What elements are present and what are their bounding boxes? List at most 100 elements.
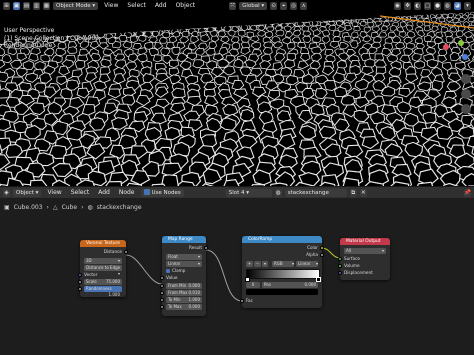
voronoi-scale-socket[interactable] (78, 280, 82, 284)
slot-dropdown[interactable]: Slot 4 ▾ (225, 188, 272, 197)
editor-type-icon[interactable]: ⊞ (3, 1, 10, 10)
colorramp-stop-color-swatch[interactable] (246, 289, 318, 295)
colorramp-fac-socket[interactable] (240, 299, 244, 303)
voronoi-randomness-field[interactable]: Randomness 1.000 (84, 286, 122, 297)
gizmo-icon[interactable]: ✥ (404, 1, 411, 10)
colorramp-pos-field[interactable]: Pos 0.000 (262, 282, 318, 288)
map-range-data-type-dropdown[interactable]: Float ▾ (166, 254, 202, 260)
colorramp-node-header[interactable]: ColorRamp (242, 236, 322, 243)
material-output-node[interactable]: Material Output All ▾ Surface Volume Disp… (338, 238, 390, 280)
voronoi-scale-field[interactable]: Scale 75.000 (84, 279, 122, 285)
falloff-icon[interactable]: ∧ (300, 1, 308, 10)
colorramp-pos-label: Pos (264, 282, 271, 287)
camera-view-icon[interactable] (461, 104, 471, 114)
transform-orientation-icon[interactable]: ⤧ (229, 1, 237, 10)
shader-type-dropdown[interactable]: Object ▾ (13, 188, 42, 197)
map-range-to-max-field[interactable]: To Max 0.000 (166, 304, 202, 310)
menu-select[interactable]: Select (124, 2, 149, 9)
node-editor-header: ◈ Object ▾ View Select Add Node Use Node… (0, 186, 474, 198)
map-range-node[interactable]: Map Range Result Float ▾ Linear ▾ Clamp Va… (160, 236, 208, 316)
menu-view[interactable]: View (101, 2, 121, 9)
menu-object[interactable]: Object (173, 2, 199, 9)
editor-type-icon[interactable]: ◈ (3, 188, 10, 197)
voronoi-dimension-dropdown[interactable]: 3D ▾ (84, 258, 122, 264)
voronoi-randomness-socket[interactable] (78, 287, 82, 291)
colorramp-alpha-socket[interactable] (320, 253, 324, 257)
proportional-icon[interactable]: ◎ (290, 1, 298, 10)
map-range-node-header[interactable]: Map Range (162, 236, 206, 243)
map-range-to-min-field[interactable]: To Min 1.000 (166, 297, 202, 303)
colorramp-output-color: Color (246, 245, 318, 251)
object-mode-dropdown[interactable]: Object Mode ▾ (53, 1, 99, 10)
volume-label: Volume (344, 263, 360, 268)
zoom-icon[interactable] (461, 74, 471, 84)
from-max-socket[interactable] (160, 291, 164, 295)
displacement-socket[interactable] (338, 271, 342, 275)
use-nodes-toggle[interactable]: Use Nodes (140, 188, 184, 197)
surface-socket[interactable] (338, 257, 342, 261)
colorramp-color-socket[interactable] (320, 246, 324, 250)
menu-node[interactable]: Node (116, 189, 138, 196)
colorramp-remove-stop-button[interactable]: − (254, 261, 261, 267)
shading-material-icon[interactable]: ◍ (444, 1, 451, 10)
material-browse-icon[interactable]: ◍ (274, 188, 282, 197)
select-intersect-icon[interactable]: ▦ (43, 1, 50, 10)
map-range-interpolation-dropdown[interactable]: Linear ▾ (166, 261, 202, 267)
visibility-icon[interactable]: ◉ (394, 1, 401, 10)
xray-icon[interactable]: ▢ (424, 1, 431, 10)
select-extend-icon[interactable]: ▤ (23, 1, 30, 10)
menu-add[interactable]: Add (95, 189, 113, 196)
voronoi-texture-node[interactable]: Voronoi Texture Distance 3D ▾ Distance to… (78, 240, 128, 297)
voronoi-distance-socket[interactable] (124, 250, 128, 254)
gizmo-y-axis-icon[interactable] (458, 40, 464, 46)
pin-icon[interactable]: 📌 (464, 188, 471, 197)
unlink-material-icon[interactable]: ✕ (359, 188, 367, 197)
menu-select[interactable]: Select (68, 189, 93, 196)
shading-options-icon[interactable]: ▾ (464, 1, 471, 10)
select-box-icon[interactable]: ▣ (13, 1, 20, 10)
breadcrumb-mesh[interactable]: Cube (62, 204, 78, 211)
3d-viewport[interactable]: ⊞ ▣ ▤ ▥ ▦ Object Mode ▾ View Select Add … (0, 0, 474, 186)
pivot-icon[interactable]: ⊙ (270, 1, 278, 10)
gizmo-x-axis-icon[interactable] (443, 44, 449, 50)
from-min-socket[interactable] (160, 284, 164, 288)
menu-add[interactable]: Add (152, 2, 170, 9)
pan-icon[interactable] (461, 89, 471, 99)
material-name-field[interactable]: stackexchange (284, 188, 347, 197)
map-range-clamp-toggle[interactable]: Clamp (166, 268, 202, 274)
map-range-from-min-field[interactable]: From Min 0.000 (166, 283, 202, 289)
material-output-target-dropdown[interactable]: All ▾ (344, 248, 386, 254)
colorramp-gradient[interactable] (246, 269, 320, 279)
breadcrumb-material[interactable]: stackexchange (97, 204, 142, 211)
voronoi-feature-dropdown[interactable]: Distance to Edge ▾ (84, 265, 122, 276)
to-max-socket[interactable] (160, 305, 164, 309)
map-range-value-socket[interactable] (160, 276, 164, 280)
colorramp-interp-dropdown[interactable]: Linear ▾ (296, 261, 318, 267)
snap-icon[interactable]: ⌖ (280, 1, 288, 10)
orientation-dropdown[interactable]: Global ▾ (239, 1, 268, 10)
colorramp-node[interactable]: ColorRamp Color Alpha + − ▾ RGB ▾ Linear ▾… (240, 236, 324, 308)
scene-collection-label: (1) Scene Collection | Cube.003 (4, 34, 99, 42)
gizmo-z-axis-icon[interactable] (462, 54, 468, 60)
material-output-node-header[interactable]: Material Output (340, 238, 390, 245)
shading-solid-icon[interactable]: ● (434, 1, 441, 10)
colorramp-index-field[interactable]: 0 (246, 282, 260, 288)
to-min-socket[interactable] (160, 298, 164, 302)
colorramp-add-stop-button[interactable]: + (246, 261, 253, 267)
node-canvas[interactable] (0, 198, 474, 355)
voronoi-vector-socket[interactable] (78, 273, 82, 277)
volume-socket[interactable] (338, 264, 342, 268)
map-range-from-max-field[interactable]: From Max 0.010 (166, 290, 202, 296)
shading-rendered-icon[interactable]: ◕ (454, 1, 461, 10)
duplicate-material-icon[interactable]: ⧉ (349, 188, 357, 197)
map-range-result-socket[interactable] (204, 246, 208, 250)
material-output-input-displacement: Displacement (344, 270, 386, 276)
map-range-result-label: Result (189, 245, 202, 250)
breadcrumb-object[interactable]: Cube.003 (14, 204, 43, 211)
select-subtract-icon[interactable]: ▥ (33, 1, 40, 10)
menu-view[interactable]: View (44, 189, 64, 196)
colorramp-color-mode-dropdown[interactable]: RGB ▾ (272, 261, 294, 267)
colorramp-menu-button[interactable]: ▾ (262, 261, 268, 267)
overlay-icon[interactable]: ◐ (414, 1, 421, 10)
voronoi-node-header[interactable]: Voronoi Texture (80, 240, 126, 247)
